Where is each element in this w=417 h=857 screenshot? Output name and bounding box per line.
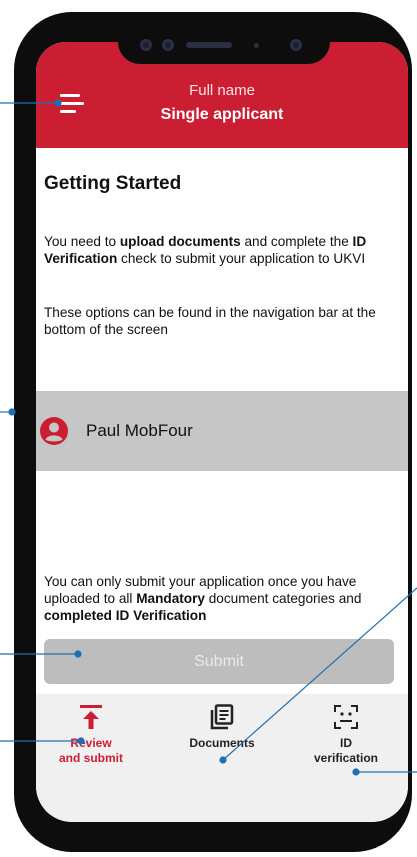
nav-label-id-line2: verification — [313, 751, 379, 765]
nav-item-documents[interactable]: Documents — [172, 704, 272, 751]
nav-label-documents: Documents — [189, 736, 255, 750]
nav-item-id-verification[interactable]: ID verification — [296, 704, 396, 766]
face-scan-icon — [334, 705, 358, 729]
applicant-row[interactable]: Paul MobFour — [36, 391, 408, 471]
documents-icon — [210, 704, 234, 730]
nav-hint-text: These options can be found in the naviga… — [44, 305, 376, 337]
page-heading: Getting Started — [44, 173, 182, 194]
bottom-nav-bar: Review and submit Documents ID verificat… — [36, 694, 408, 822]
submit-requirements-text: You can only submit your application onc… — [44, 574, 362, 623]
phone-notch — [118, 26, 330, 64]
nav-label-id-line1: ID — [340, 736, 352, 750]
applicant-name: Paul MobFour — [86, 421, 193, 440]
nav-label-review-line2: and submit — [58, 751, 123, 765]
upload-icon — [80, 705, 102, 729]
nav-item-review-and-submit[interactable]: Review and submit — [41, 704, 141, 766]
intro-text: You need to upload documents and complet… — [44, 234, 367, 266]
app-screen: Full name Single applicant Getting Start… — [36, 42, 408, 822]
nav-label-review-line1: Review — [70, 736, 112, 750]
header-title: Single applicant — [160, 106, 284, 123]
user-avatar-icon — [40, 417, 68, 445]
submit-button[interactable]: Submit — [44, 639, 394, 684]
header-subtitle: Full name — [189, 82, 255, 99]
